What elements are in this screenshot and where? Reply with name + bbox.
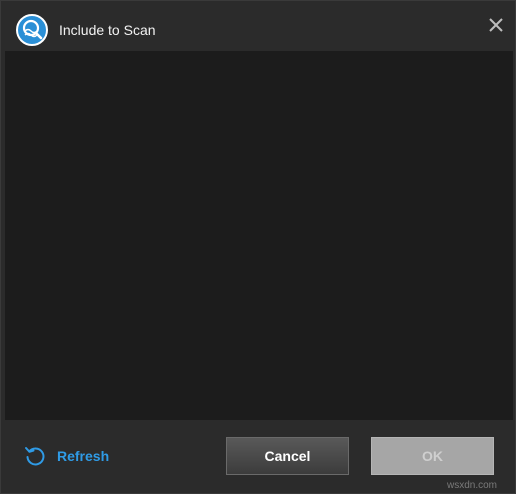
close-icon[interactable] (485, 14, 507, 36)
shield-search-icon (16, 14, 48, 46)
ok-button[interactable]: OK (371, 437, 494, 475)
refresh-label: Refresh (57, 448, 110, 464)
include-to-scan-dialog: Include to Scan Refresh Cancel OK wsxdn.… (0, 0, 516, 494)
dialog-title: Include to Scan (59, 22, 156, 38)
cancel-button[interactable]: Cancel (226, 437, 349, 475)
refresh-icon (23, 444, 47, 468)
scan-folder-list[interactable] (5, 51, 513, 420)
watermark-text: wsxdn.com (447, 480, 498, 491)
title-bar: Include to Scan (1, 1, 515, 51)
refresh-button[interactable]: Refresh (23, 442, 109, 470)
